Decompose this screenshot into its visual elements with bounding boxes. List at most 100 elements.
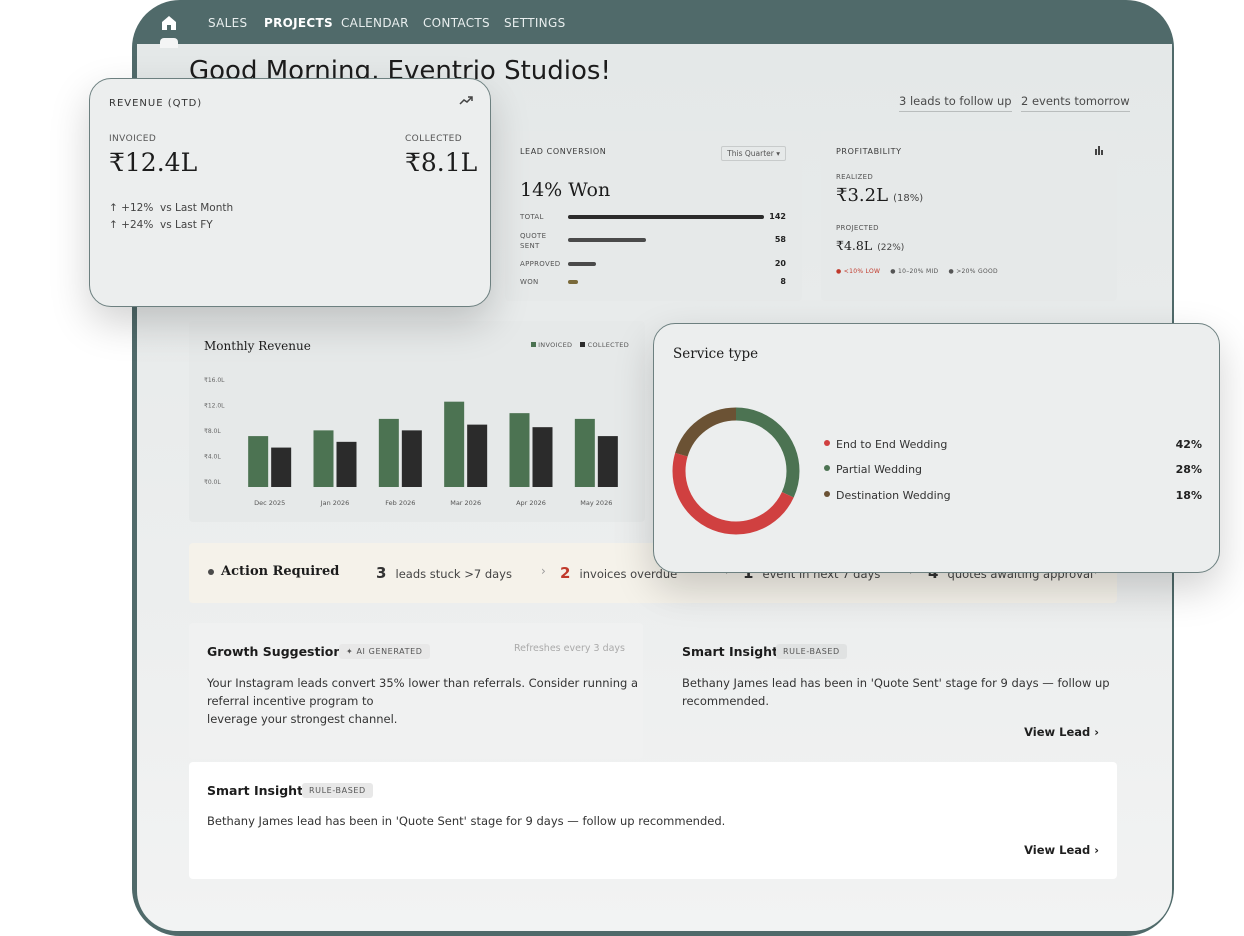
chevron-right-icon: › — [541, 564, 546, 578]
chevron-down-icon: ▾ — [776, 149, 780, 158]
lead-conversion-title: LEAD CONVERSION — [520, 147, 607, 156]
arrow-up-icon: ↑ — [109, 202, 118, 214]
growth-suggestion-card: Growth Suggestion ✦ AI GENERATED Refresh… — [189, 623, 643, 759]
funnel-label-total: TOTAL — [520, 213, 544, 221]
funnel-label-won: WON — [520, 278, 539, 286]
nav-projects[interactable]: PROJECTS — [264, 16, 333, 30]
bar-invoiced-5[interactable] — [574, 418, 595, 487]
home-icon[interactable] — [160, 14, 178, 32]
y-tick-label: ₹4.0L — [204, 454, 221, 461]
trending-up-icon — [459, 96, 473, 105]
events-tomorrow-link[interactable]: 2 events tomorrow — [1021, 94, 1130, 112]
action-required-title: Action Required — [221, 564, 340, 579]
nav-calendar[interactable]: CALENDAR — [341, 16, 409, 30]
delta-month: ↑ +12% vs Last Month — [109, 202, 234, 214]
smart-insight-title: Smart Insight — [207, 783, 304, 798]
ai-generated-badge: ✦ AI GENERATED — [339, 644, 430, 659]
legend-dot-brown — [824, 491, 830, 497]
bar-collected-3[interactable] — [467, 424, 488, 487]
legend-dot-red — [824, 440, 830, 446]
bar-collected-0[interactable] — [271, 447, 292, 487]
smart-insight-text: Bethany James lead has been in 'Quote Se… — [682, 676, 1110, 708]
funnel-label-quote-sent: QUOTE SENT — [520, 232, 547, 250]
funnel-bar-approved — [568, 262, 596, 266]
bar-collected-4[interactable] — [532, 427, 553, 487]
bar-chart-icon — [1095, 146, 1103, 155]
service-item-partial: Partial Wedding 28% — [824, 463, 1202, 477]
rule-based-badge: RULE-BASED — [776, 644, 847, 659]
bar-collected-5[interactable] — [597, 436, 618, 487]
x-tick-label: Feb 2026 — [385, 499, 415, 507]
growth-text: Your Instagram leads convert 35% lower t… — [207, 676, 639, 726]
funnel-label-approved: APPROVED — [520, 260, 561, 268]
view-lead-link[interactable]: View Lead › — [1024, 725, 1099, 739]
smart-insight-card-1: Smart Insight RULE-BASED Bethany James l… — [663, 623, 1117, 759]
invoiced-label: INVOICED — [109, 134, 157, 144]
legend-good: ● >20% GOOD — [948, 268, 998, 275]
funnel-bar-total — [568, 215, 764, 219]
monthly-revenue-chart: ₹16.0L ₹12.0L ₹8.0L ₹4.0L ₹0.0L Dec 2025 Jan 2… — [204, 377, 618, 507]
nav-settings[interactable]: SETTINGS — [504, 16, 565, 30]
service-item-end-to-end: End to End Wedding 42% — [824, 438, 1202, 452]
smart-insight-card-2: Smart Insight RULE-BASED Bethany James l… — [189, 762, 1117, 879]
profitability-legend: ● <10% LOW ● 10–20% MID ● >20% GOOD — [836, 268, 998, 275]
period-dropdown[interactable]: This Quarter ▾ — [721, 146, 786, 161]
rule-based-badge: RULE-BASED — [302, 783, 373, 798]
y-tick-label: ₹12.0L — [204, 403, 225, 410]
smart-insight-title: Smart Insight — [682, 644, 779, 659]
funnel-bar-won — [568, 280, 578, 284]
won-percentage: 14% Won — [520, 179, 611, 201]
bar-invoiced-3[interactable] — [444, 401, 465, 487]
bar-invoiced-0[interactable] — [248, 436, 269, 487]
bar-invoiced-2[interactable] — [378, 418, 399, 487]
x-tick-label: Dec 2025 — [254, 499, 285, 507]
legend-dot-green — [824, 465, 830, 471]
y-tick-label: ₹0.0L — [204, 479, 221, 486]
nav-sales[interactable]: SALES — [208, 16, 247, 30]
y-tick-label: ₹8.0L — [204, 428, 221, 435]
funnel-value-approved: 20 — [774, 259, 786, 268]
bar-collected-1[interactable] — [336, 441, 357, 487]
projected-row: ₹4.8L (22%) — [836, 235, 904, 254]
collected-label: COLLECTED — [405, 134, 463, 144]
growth-title: Growth Suggestion — [207, 644, 343, 659]
revenue-qtd-card: REVENUE (QTD) INVOICED ₹12.4L COLLECTED … — [89, 78, 491, 307]
service-type-card: Service type End to End Wedding 42% Part… — [653, 323, 1220, 573]
realized-row: ₹3.2L (18%) — [836, 185, 923, 206]
delta-fy: ↑ +24% vs Last FY — [109, 219, 213, 231]
service-type-title: Service type — [673, 346, 759, 362]
bar-invoiced-4[interactable] — [509, 413, 530, 487]
projected-label: PROJECTED — [836, 224, 879, 232]
x-tick-label: Mar 2026 — [450, 499, 481, 507]
sparkle-icon: ✦ — [346, 647, 354, 656]
x-tick-label: Jan 2026 — [320, 499, 350, 507]
x-tick-label: Apr 2026 — [516, 499, 546, 507]
smart-insight-text: Bethany James lead has been in 'Quote Se… — [207, 814, 726, 828]
profitability-card: PROFITABILITY REALIZED ₹3.2L (18%) PROJE… — [821, 131, 1117, 301]
collected-value: ₹8.1L — [405, 148, 478, 177]
monthly-revenue-card: Monthly Revenue INVOICED COLLECTED ₹16.0… — [189, 321, 645, 522]
projected-value: ₹4.8L — [836, 238, 873, 253]
refresh-note: Refreshes every 3 days — [513, 643, 625, 654]
lead-conversion-card: LEAD CONVERSION This Quarter ▾ 14% Won T… — [505, 131, 802, 301]
funnel-bar-quote-sent — [568, 238, 646, 242]
realized-label: REALIZED — [836, 173, 874, 181]
realized-pct: (18%) — [893, 193, 924, 204]
action-dot — [208, 569, 214, 575]
nav-contacts[interactable]: CONTACTS — [423, 16, 490, 30]
leads-follow-up-link[interactable]: 3 leads to follow up — [899, 94, 1012, 112]
bar-invoiced-1[interactable] — [313, 430, 334, 487]
legend-low: ● <10% LOW — [836, 268, 881, 275]
service-item-destination: Destination Wedding 18% — [824, 489, 1202, 503]
x-tick-label: May 2026 — [580, 499, 612, 507]
arrow-up-icon: ↑ — [109, 219, 118, 231]
bar-collected-2[interactable] — [401, 430, 422, 487]
funnel-value-total: 142 — [769, 212, 786, 221]
revenue-title: REVENUE (QTD) — [109, 98, 203, 109]
action-item-leads[interactable]: 3 leads stuck >7 days — [376, 563, 512, 582]
projected-pct: (22%) — [877, 243, 905, 253]
service-type-donut — [672, 407, 800, 535]
home-indicator — [160, 38, 178, 48]
view-lead-link[interactable]: View Lead › — [1024, 843, 1099, 857]
funnel-value-quote-sent: 58 — [774, 235, 786, 244]
